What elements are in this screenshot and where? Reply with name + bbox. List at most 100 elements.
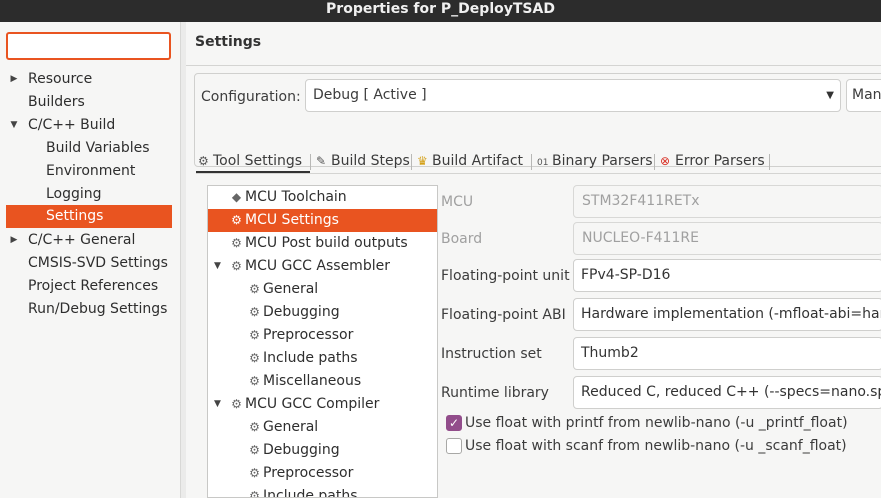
tree-item-label: General — [263, 281, 319, 297]
tab-build-artifact[interactable]: ♛ Build Artifact — [415, 150, 530, 173]
printf-float-checkbox[interactable]: ✓ — [446, 415, 462, 431]
manage-configurations-label: Manage Configurations... — [852, 87, 881, 103]
collapse-arrow-icon[interactable]: ▼ — [214, 255, 221, 278]
mcu-label: MCU — [441, 194, 474, 210]
tab-separator — [310, 154, 311, 170]
settings-icon: ⚙ — [249, 466, 260, 480]
tree-item-label: Preprocessor — [263, 327, 354, 343]
binary-icon: 01 — [537, 158, 549, 168]
nav-item-resource[interactable]: ▶ Resource — [6, 68, 172, 91]
window-titlebar: Properties for P_DeployTSAD — [0, 0, 881, 22]
collapse-arrow-icon[interactable]: ▼ — [214, 393, 221, 416]
nav-item-settings[interactable]: Settings — [6, 205, 172, 228]
tab-error-parsers[interactable]: ⊗ Error Parsers — [658, 150, 768, 173]
nav-item-logging[interactable]: Logging — [6, 183, 172, 206]
tree-item-label: MCU Post build outputs — [245, 235, 408, 251]
settings-icon: ⚙ — [249, 420, 260, 434]
settings-icon: ⚙ — [249, 489, 260, 498]
tab-separator — [769, 154, 770, 170]
nav-item-project-references[interactable]: Project References — [6, 275, 172, 298]
tree-item-asm-debugging[interactable]: ⚙ Debugging — [208, 301, 437, 324]
window-title: Properties for P_DeployTSAD — [326, 1, 555, 17]
settings-icon: ⚙ — [249, 328, 260, 342]
chip-icon: ◆ — [231, 190, 242, 204]
tree-item-mcu-toolchain[interactable]: ◆ MCU Toolchain — [208, 186, 437, 209]
trophy-icon: ♛ — [417, 154, 428, 168]
nav-item-builders[interactable]: Builders — [6, 91, 172, 114]
fpabi-label: Floating-point ABI — [441, 307, 566, 323]
board-field: NUCLEO-F411RE — [573, 222, 881, 255]
tree-item-asm-general[interactable]: ⚙ General — [208, 278, 437, 301]
tree-item-post-build[interactable]: ⚙ MCU Post build outputs — [208, 232, 437, 255]
nav-item-label: Project References — [28, 278, 159, 294]
manage-configurations-button[interactable]: Manage Configurations... — [846, 79, 881, 112]
tree-item-gcc-compiler[interactable]: ▼ ⚙ MCU GCC Compiler — [208, 393, 437, 416]
tree-item-cc-include-paths[interactable]: ⚙ Include paths — [208, 485, 437, 498]
tab-label: Binary Parsers — [552, 153, 653, 169]
tree-item-label: Debugging — [263, 304, 340, 320]
nav-item-cpp-build[interactable]: ▼ C/C++ Build — [6, 114, 172, 137]
nav-item-label: Settings — [46, 208, 104, 224]
tree-item-cc-debugging[interactable]: ⚙ Debugging — [208, 439, 437, 462]
expand-arrow-icon[interactable]: ▶ — [8, 229, 20, 252]
tab-separator — [531, 154, 532, 170]
tool-icon: ⚙ — [231, 397, 242, 411]
printf-float-label: Use float with printf from newlib-nano (… — [465, 415, 848, 431]
runtime-library-label: Runtime library — [441, 385, 549, 401]
tree-item-mcu-settings[interactable]: ⚙ MCU Settings — [208, 209, 437, 232]
filter-input[interactable] — [6, 32, 171, 60]
tab-tool-settings[interactable]: ⚙ Tool Settings — [196, 150, 310, 173]
nav-item-label: Resource — [28, 71, 93, 87]
scanf-float-checkbox[interactable] — [446, 438, 462, 454]
configuration-select[interactable]: Debug [ Active ] ▼ — [305, 79, 841, 112]
tree-item-cc-preprocessor[interactable]: ⚙ Preprocessor — [208, 462, 437, 485]
properties-nav-panel: ▶ Resource Builders ▼ C/C++ Build Build … — [0, 22, 180, 498]
tree-item-asm-include-paths[interactable]: ⚙ Include paths — [208, 347, 437, 370]
fpabi-select[interactable]: Hardware implementation (-mfloat-abi=har… — [573, 298, 881, 331]
fpu-select[interactable]: FPv4-SP-D16 — [573, 259, 881, 292]
nav-item-build-variables[interactable]: Build Variables — [6, 137, 172, 160]
expand-arrow-icon[interactable]: ▶ — [8, 68, 20, 91]
tool-settings-tree: ◆ MCU Toolchain ⚙ MCU Settings ⚙ MCU Post b… — [207, 185, 438, 498]
tool-icon: ⚙ — [231, 259, 242, 273]
nav-item-label: CMSIS-SVD Settings — [28, 255, 168, 271]
nav-item-label: Run/Debug Settings — [28, 301, 168, 317]
fpu-label: Floating-point unit — [441, 268, 570, 284]
settings-icon: ⚙ — [249, 374, 260, 388]
nav-item-run-debug[interactable]: Run/Debug Settings — [6, 298, 172, 321]
tree-item-label: MCU GCC Compiler — [245, 396, 380, 412]
error-icon: ⊗ — [660, 154, 671, 168]
tab-binary-parsers[interactable]: 01 Binary Parsers — [535, 150, 653, 173]
tree-item-asm-preprocessor[interactable]: ⚙ Preprocessor — [208, 324, 437, 347]
settings-icon: ⚙ — [249, 305, 260, 319]
settings-icon: ⚙ — [231, 213, 242, 227]
nav-item-label: Builders — [28, 94, 85, 110]
configuration-label: Configuration: — [201, 89, 301, 105]
nav-item-environment[interactable]: Environment — [6, 160, 172, 183]
scanf-float-label: Use float with scanf from newlib-nano (-… — [465, 438, 847, 454]
instruction-set-label: Instruction set — [441, 346, 542, 362]
tab-label: Error Parsers — [675, 153, 765, 169]
tree-item-asm-miscellaneous[interactable]: ⚙ Miscellaneous — [208, 370, 437, 393]
runtime-library-select[interactable]: Reduced C, reduced C++ (--specs=nano.spe… — [573, 376, 881, 409]
tab-label: Build Steps — [331, 153, 410, 169]
board-label: Board — [441, 231, 483, 247]
tree-item-label: Preprocessor — [263, 465, 354, 481]
nav-item-cpp-general[interactable]: ▶ C/C++ General — [6, 229, 172, 252]
nav-item-label: Build Variables — [46, 140, 150, 156]
tab-build-steps[interactable]: ✎ Build Steps — [314, 150, 410, 173]
tab-label: Build Artifact — [432, 153, 523, 169]
tab-separator — [411, 154, 412, 170]
collapse-arrow-icon[interactable]: ▼ — [8, 114, 20, 137]
nav-item-label: Environment — [46, 163, 136, 179]
tree-item-label: Debugging — [263, 442, 340, 458]
tab-label: Tool Settings — [213, 153, 303, 169]
tree-item-cc-general[interactable]: ⚙ General — [208, 416, 437, 439]
nav-item-label: C/C++ Build — [28, 117, 116, 133]
nav-item-cmsis-svd[interactable]: CMSIS-SVD Settings — [6, 252, 172, 275]
tabs-divider — [196, 173, 881, 174]
tree-item-gcc-assembler[interactable]: ▼ ⚙ MCU GCC Assembler — [208, 255, 437, 278]
instruction-set-select[interactable]: Thumb2 — [573, 337, 881, 370]
tree-item-label: Include paths — [263, 488, 358, 498]
settings-icon: ⚙ — [231, 236, 242, 250]
